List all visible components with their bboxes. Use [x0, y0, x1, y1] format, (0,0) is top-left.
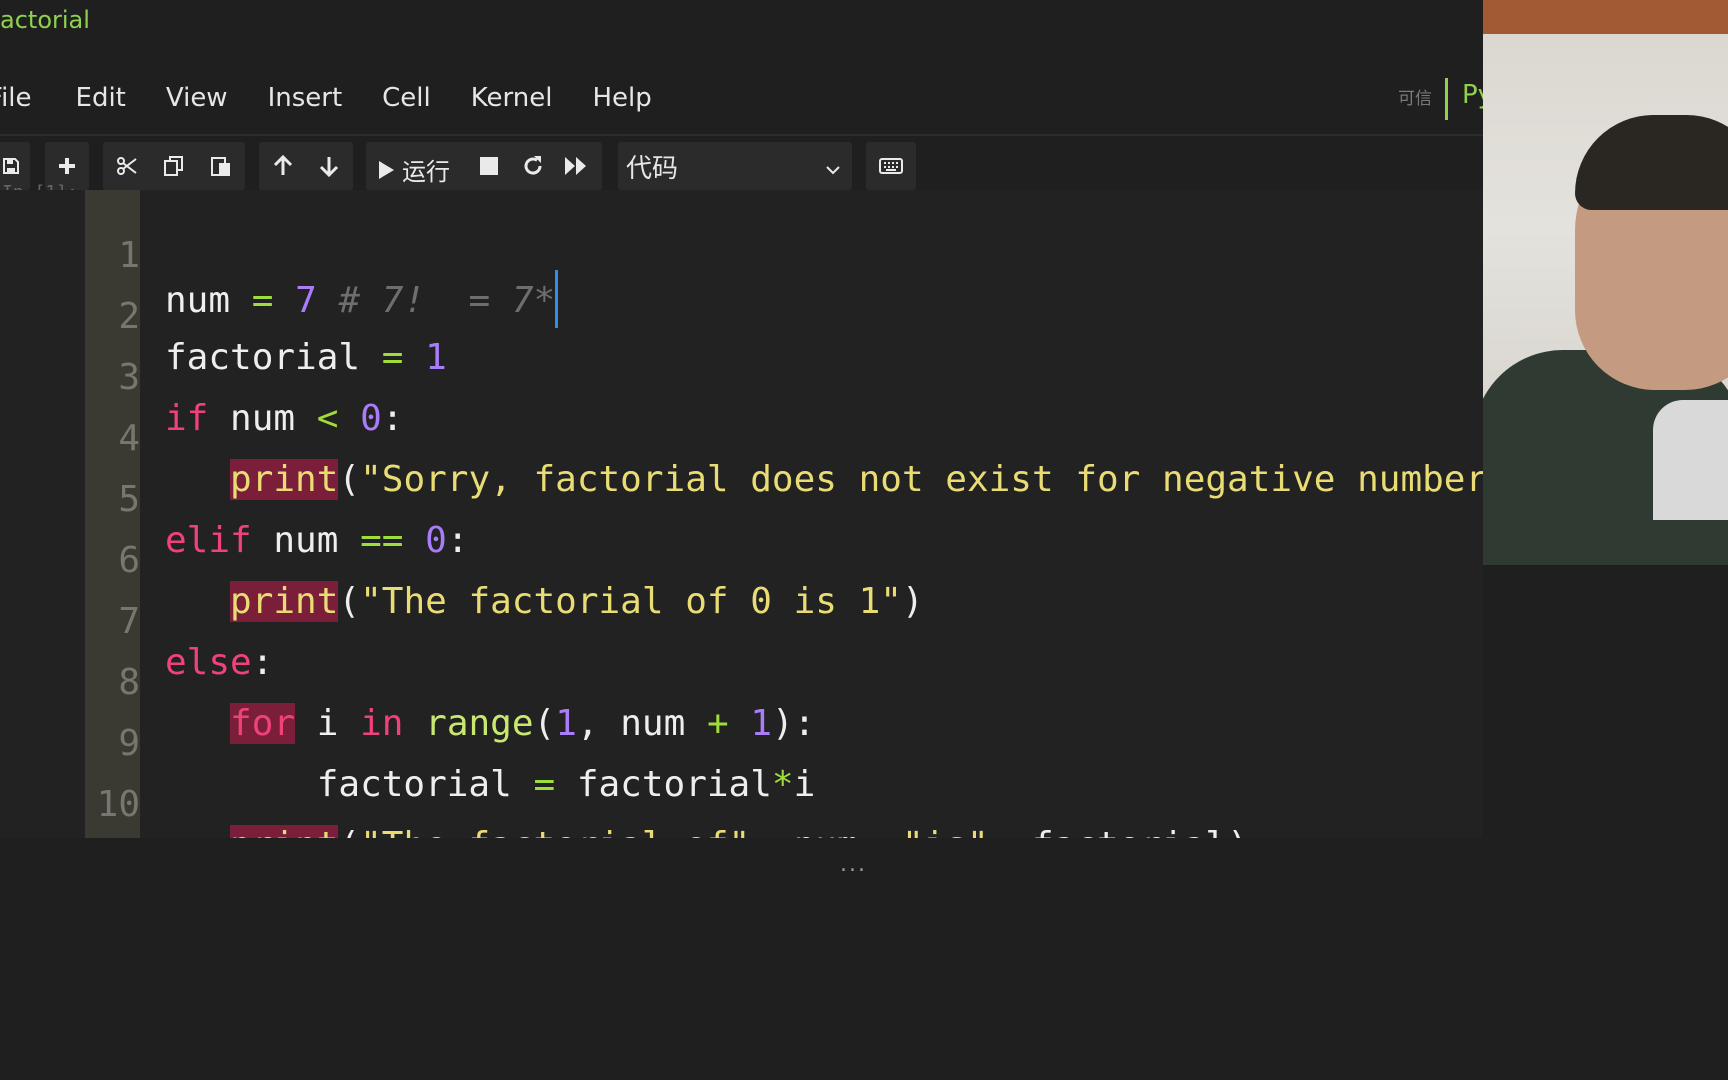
- code-editor[interactable]: 1 num = 7 # 7! = 7* 2 factorial = 1 3 if…: [85, 190, 1483, 838]
- notebook-title[interactable]: actorial: [0, 6, 90, 34]
- arrow-up-icon: [273, 154, 293, 175]
- restart-run-all-button[interactable]: [563, 154, 589, 178]
- menu-edit[interactable]: Edit: [76, 83, 126, 113]
- menu-help[interactable]: Help: [592, 83, 651, 113]
- edit-group: [103, 142, 245, 190]
- cell-type-select[interactable]: 代码: [618, 142, 852, 190]
- move-up-button[interactable]: [271, 154, 295, 178]
- code-line: 8 for i in range(1, num + 1):: [85, 621, 1483, 744]
- code-line: 5 elif num == 0:: [85, 438, 1483, 561]
- restart-icon: [524, 156, 542, 175]
- code-line: 1 num = 7 # 7! = 7*: [85, 194, 1483, 328]
- code-line: 7 else:: [85, 560, 1483, 683]
- copy-icon: [164, 156, 183, 176]
- cut-button[interactable]: [115, 154, 139, 178]
- run-label: 运行: [402, 158, 450, 186]
- command-palette-button[interactable]: [866, 142, 916, 190]
- play-icon: [379, 160, 394, 179]
- paste-button[interactable]: [209, 154, 233, 178]
- move-group: [259, 142, 353, 190]
- interrupt-button[interactable]: [479, 156, 499, 176]
- menubar: File Edit View Insert Cell Kernel Help: [0, 76, 692, 120]
- menu-file[interactable]: File: [0, 83, 32, 113]
- code-line: 4 print("Sorry, factorial does not exist…: [85, 377, 1483, 500]
- menu-kernel[interactable]: Kernel: [471, 83, 553, 113]
- arrow-down-icon: [319, 157, 339, 178]
- chevron-down-icon: [824, 156, 842, 186]
- code-line: 9 factorial = factorial*i: [85, 682, 1483, 805]
- code-line: 10 print("The factorial of", num, "is", …: [85, 743, 1483, 838]
- stop-icon: [480, 157, 498, 175]
- save-icon: [3, 158, 19, 174]
- paste-icon: [211, 157, 230, 176]
- menu-insert[interactable]: Insert: [268, 83, 343, 113]
- run-group: 运行: [366, 142, 602, 190]
- keyboard-icon: [879, 158, 903, 174]
- fast-forward-icon: [565, 157, 586, 175]
- plus-icon: [59, 158, 75, 174]
- code-line: 3 if num < 0:: [85, 316, 1483, 439]
- trusted-badge[interactable]: 可信: [1398, 84, 1432, 109]
- line-number: 10: [96, 784, 140, 825]
- move-down-button[interactable]: [317, 154, 341, 178]
- copy-button[interactable]: [162, 154, 186, 178]
- code-line: 2 factorial = 1: [85, 255, 1483, 378]
- kernel-separator: [1445, 78, 1448, 120]
- cut-icon: [117, 157, 137, 175]
- output-collapsed-indicator[interactable]: ...: [840, 852, 867, 877]
- restart-button[interactable]: [521, 154, 545, 178]
- menu-cell[interactable]: Cell: [382, 83, 431, 113]
- code-cell[interactable]: 1 num = 7 # 7! = 7* 2 factorial = 1 3 if…: [0, 190, 1483, 838]
- run-button[interactable]: 运行: [376, 152, 450, 187]
- code-line: 6 print("The factorial of 0 is 1"): [85, 499, 1483, 622]
- header-divider: [0, 134, 1483, 136]
- webcam-overlay: [1483, 0, 1728, 565]
- cell-type-value: 代码: [626, 153, 679, 184]
- menu-view[interactable]: View: [166, 83, 228, 113]
